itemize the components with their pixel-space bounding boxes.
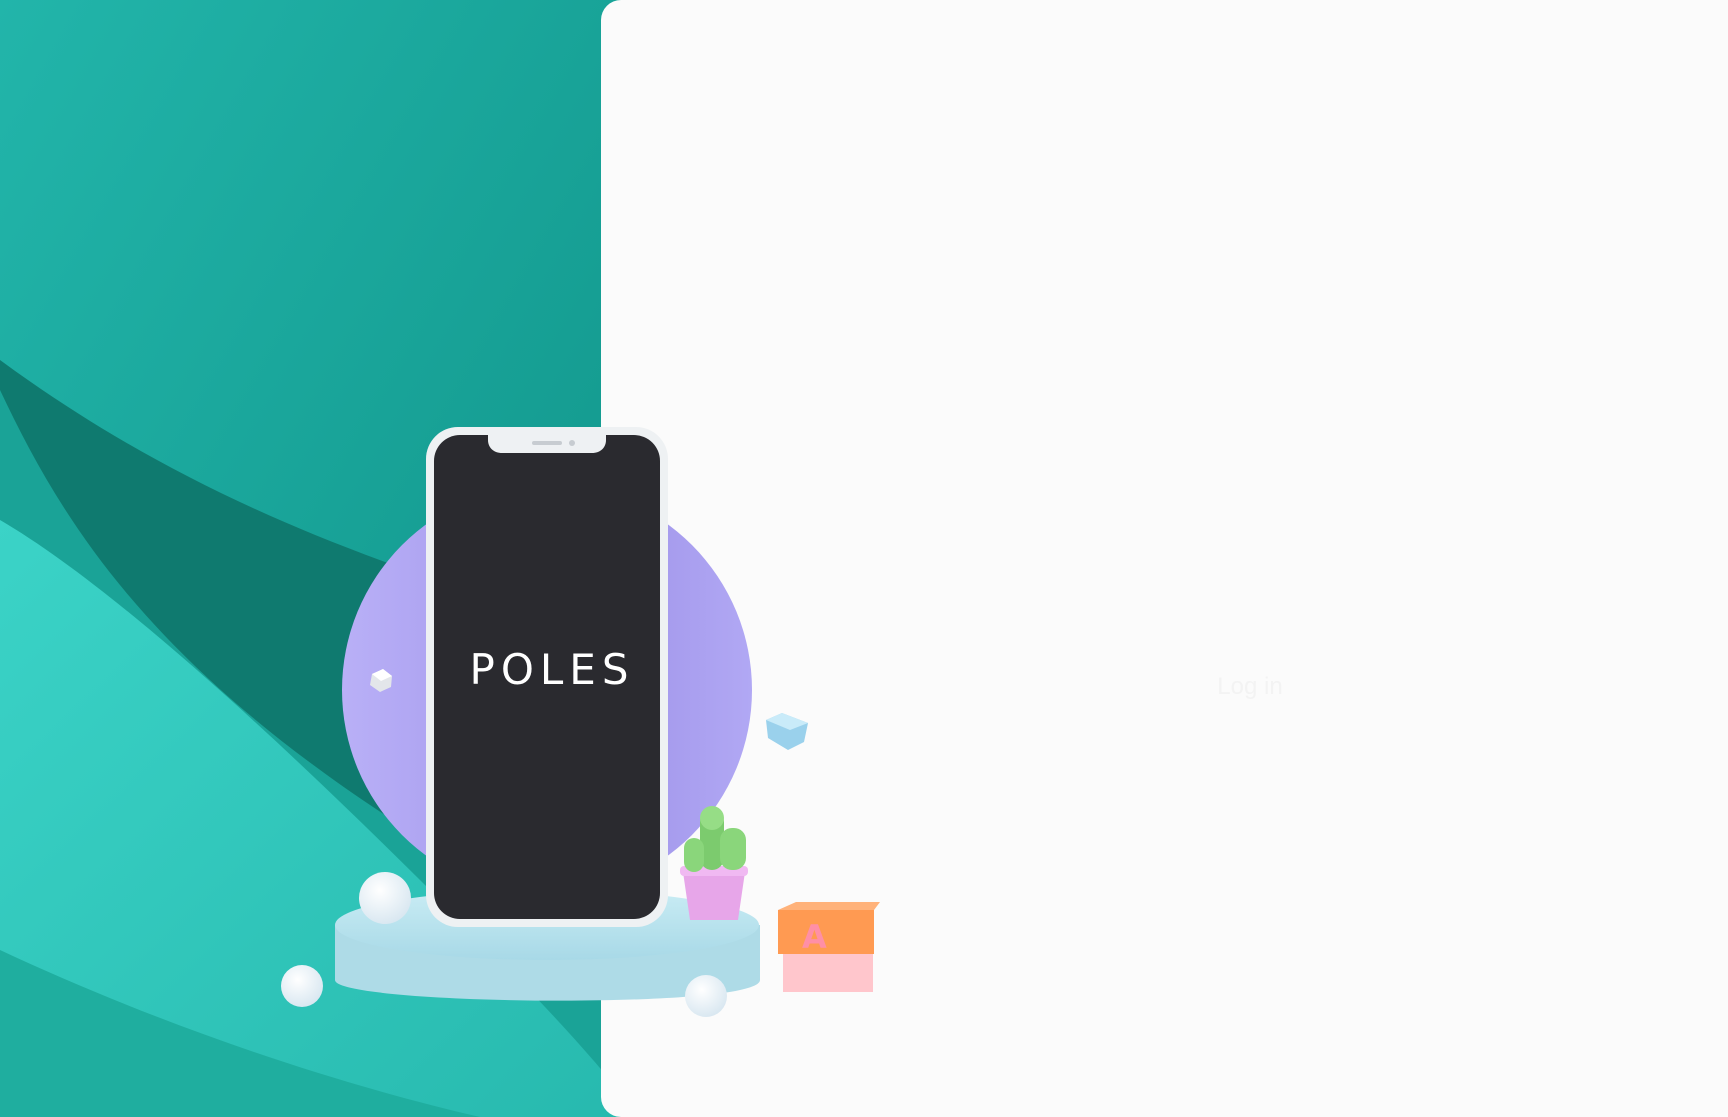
svg-text:A: A — [802, 918, 827, 956]
phone-illustration: A — [281, 427, 880, 1017]
letter-a-block-icon: A — [778, 902, 880, 992]
brand-logo: POLES — [469, 645, 635, 694]
login-page: A POLES Log in — [0, 0, 1728, 1117]
login-button[interactable]: Log in — [1180, 667, 1320, 707]
